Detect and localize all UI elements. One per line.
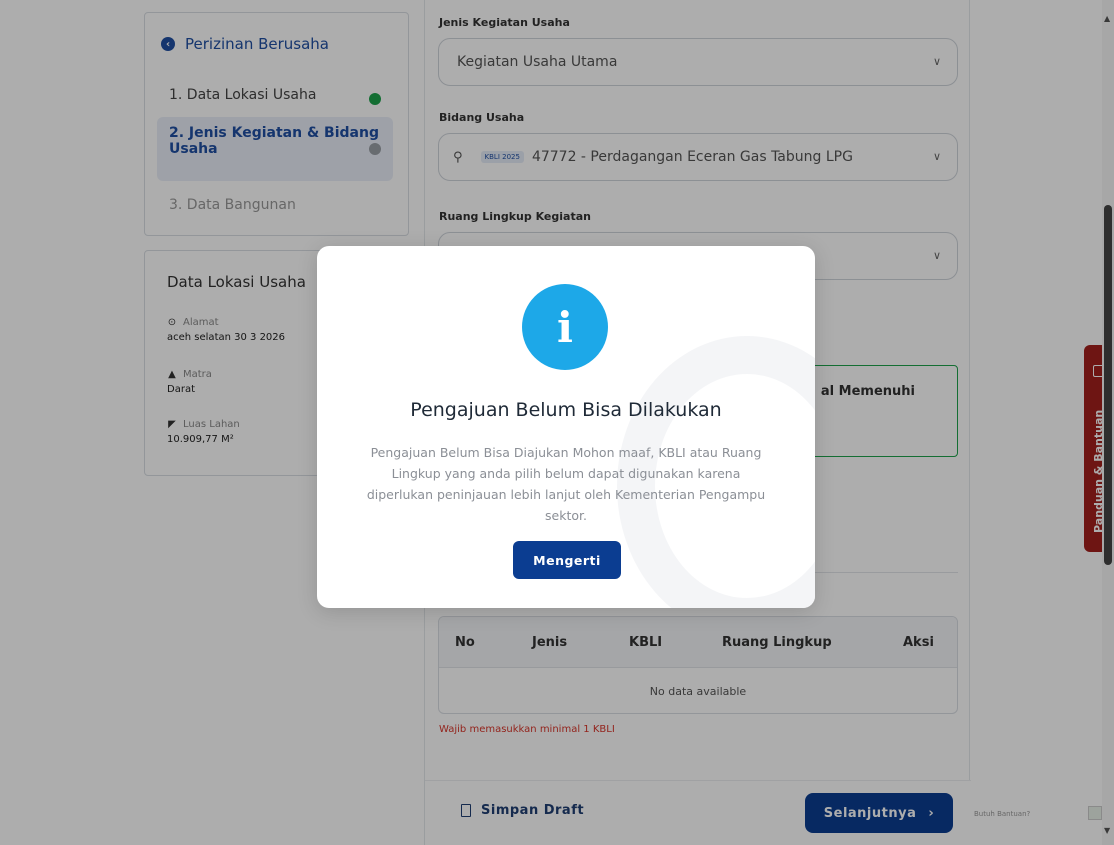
alert-modal: i Pengajuan Belum Bisa Dilakukan Pengaju… — [317, 246, 815, 608]
modal-title: Pengajuan Belum Bisa Dilakukan — [410, 399, 722, 421]
confirm-button[interactable]: Mengerti — [513, 541, 621, 579]
modal-message: Pengajuan Belum Bisa Diajukan Mohon maaf… — [366, 445, 766, 523]
info-icon: i — [522, 284, 608, 370]
